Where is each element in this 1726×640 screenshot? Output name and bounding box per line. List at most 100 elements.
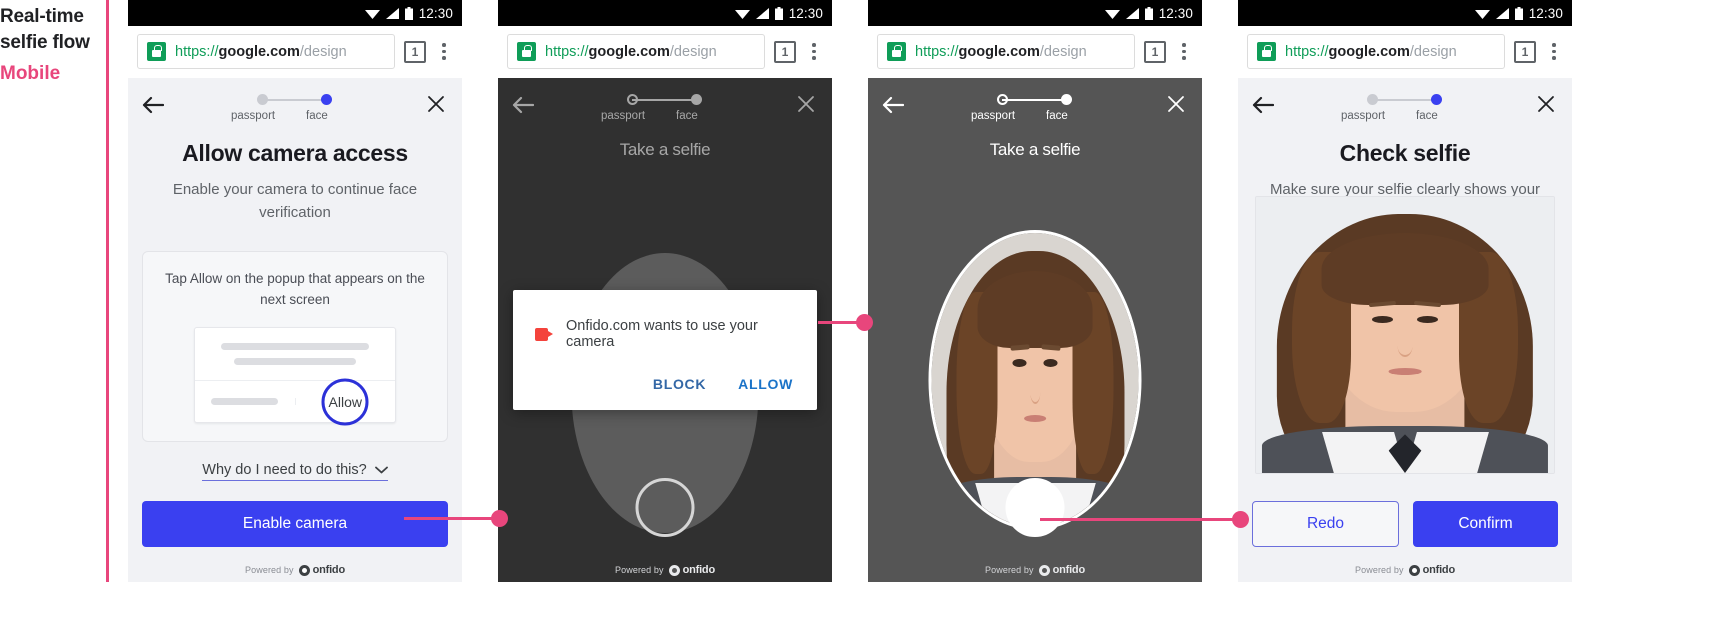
why-link-label: Why do I need to do this? (202, 462, 367, 478)
enable-camera-button[interactable]: Enable camera (142, 501, 448, 547)
secure-lock-icon (147, 42, 166, 61)
onfido-mark-icon (1038, 564, 1050, 576)
address-bar[interactable]: https://google.com/design (137, 34, 395, 69)
url-text: https://google.com/design (1285, 44, 1457, 60)
kebab-menu-icon[interactable] (1175, 43, 1193, 60)
allow-button[interactable]: ALLOW (738, 376, 793, 392)
flow-annotation: Real-time selfie flow Mobile (0, 0, 118, 88)
onfido-brand: onfido (682, 564, 716, 576)
kebab-menu-icon[interactable] (1545, 43, 1563, 60)
status-clock: 12:30 (418, 5, 453, 21)
redo-button[interactable]: Redo (1252, 501, 1399, 547)
annotation-line-2: selfie flow (0, 32, 90, 53)
mock-deny-cell (195, 398, 296, 405)
screen-topbar: passport face (868, 78, 1202, 134)
back-icon[interactable] (1252, 95, 1274, 115)
close-icon[interactable] (1166, 94, 1186, 114)
page-title: Check selfie (1339, 140, 1471, 166)
address-bar[interactable]: https://google.com/design (1247, 34, 1505, 69)
camera-icon (535, 327, 553, 341)
step-connector (262, 99, 326, 101)
url-host: google.com (958, 43, 1040, 60)
flow-connector-dot-2 (856, 314, 873, 331)
url-scheme: https:// (175, 43, 219, 60)
url-scheme: https:// (915, 43, 959, 60)
wifi-icon (364, 9, 380, 19)
screen-topbar: passport face (128, 78, 462, 134)
shutter-button[interactable] (1005, 478, 1065, 537)
tab-count-button[interactable]: 1 (404, 40, 426, 63)
address-bar[interactable]: https://google.com/design (507, 34, 765, 69)
battery-icon (404, 6, 413, 20)
onfido-brand: onfido (312, 564, 346, 576)
url-host: google.com (218, 43, 300, 60)
mock-allow-cell: Allow (296, 378, 396, 425)
url-path: /design (1039, 43, 1087, 60)
onfido-brand: onfido (1052, 564, 1086, 576)
step-dot-face (1061, 94, 1072, 105)
flow-connector-dot-1 (491, 510, 508, 527)
powered-by-label: Powered by (985, 565, 1034, 575)
flow-connector-3 (1040, 518, 1242, 521)
tab-count-button[interactable]: 1 (774, 40, 796, 63)
wifi-icon (734, 9, 750, 19)
tab-count-button[interactable]: 1 (1514, 40, 1536, 63)
url-path: /design (299, 43, 347, 60)
onfido-mark-icon (1408, 564, 1420, 576)
back-icon[interactable] (142, 95, 164, 115)
close-icon[interactable] (426, 94, 446, 114)
camera-screen: passport face Take a selfie Powered by o… (868, 78, 1202, 582)
browser-toolbar: https://google.com/design 1 (498, 26, 832, 78)
onfido-logo: onfido (1408, 564, 1456, 576)
step-connector (1372, 99, 1436, 101)
kebab-menu-icon[interactable] (805, 43, 823, 60)
step-label-face: face (1416, 110, 1438, 122)
tab-count-button[interactable]: 1 (1144, 40, 1166, 63)
status-bar: 12:30 (498, 0, 832, 26)
mock-permission-dialog: Allow (194, 327, 396, 425)
onfido-brand: onfido (1422, 564, 1456, 576)
panel-camera-permission-prompt: 12:30 https://google.com/design 1 passpo… (498, 0, 832, 582)
wifi-icon (1104, 9, 1120, 19)
close-icon[interactable] (1536, 94, 1556, 114)
url-text: https://google.com/design (545, 44, 717, 60)
onfido-mark-icon (298, 564, 310, 576)
permission-dialog: Onfido.com wants to use your camera BLOC… (513, 290, 817, 410)
status-bar: 12:30 (128, 0, 462, 26)
kebab-menu-icon[interactable] (435, 43, 453, 60)
permission-message: Onfido.com wants to use your camera (566, 318, 758, 350)
powered-by-footer: Powered by onfido (1238, 564, 1572, 576)
battery-icon (1514, 6, 1523, 20)
block-button[interactable]: BLOCK (653, 376, 706, 392)
shutter-button[interactable] (635, 478, 695, 537)
status-clock: 12:30 (788, 5, 823, 21)
why-link[interactable]: Why do I need to do this? (202, 462, 388, 481)
browser-toolbar: https://google.com/design 1 (868, 26, 1202, 78)
selfie-preview (1255, 196, 1555, 474)
chevron-down-icon (374, 466, 388, 474)
powered-by-footer: Powered by onfido (128, 564, 462, 576)
browser-toolbar: https://google.com/design 1 (1238, 26, 1572, 78)
signal-icon (385, 7, 399, 19)
address-bar[interactable]: https://google.com/design (877, 34, 1135, 69)
battery-icon (1144, 6, 1153, 20)
annotation-divider (106, 0, 109, 582)
page-subtitle: Enable your camera to continue face veri… (172, 181, 418, 221)
flow-connector-dot-3 (1232, 511, 1249, 528)
panel-take-a-selfie: 12:30 https://google.com/design 1 passpo… (868, 0, 1202, 582)
signal-icon (1495, 7, 1509, 19)
mock-allow-label: Allow (328, 393, 362, 410)
back-icon[interactable] (882, 95, 904, 115)
url-path: /design (1409, 43, 1457, 60)
placeholder-bar (221, 343, 369, 350)
onfido-mark-icon (668, 564, 680, 576)
step-dot-face (1431, 94, 1442, 105)
powered-by-footer: Powered by onfido (498, 564, 832, 576)
url-host: google.com (588, 43, 670, 60)
annotation-line-1: Real-time (0, 6, 84, 27)
url-text: https://google.com/design (915, 44, 1087, 60)
camera-screen: passport face Take a selfie Onfido.com w… (498, 78, 832, 582)
onfido-logo: onfido (1038, 564, 1086, 576)
status-clock: 12:30 (1528, 5, 1563, 21)
confirm-button[interactable]: Confirm (1413, 501, 1558, 547)
